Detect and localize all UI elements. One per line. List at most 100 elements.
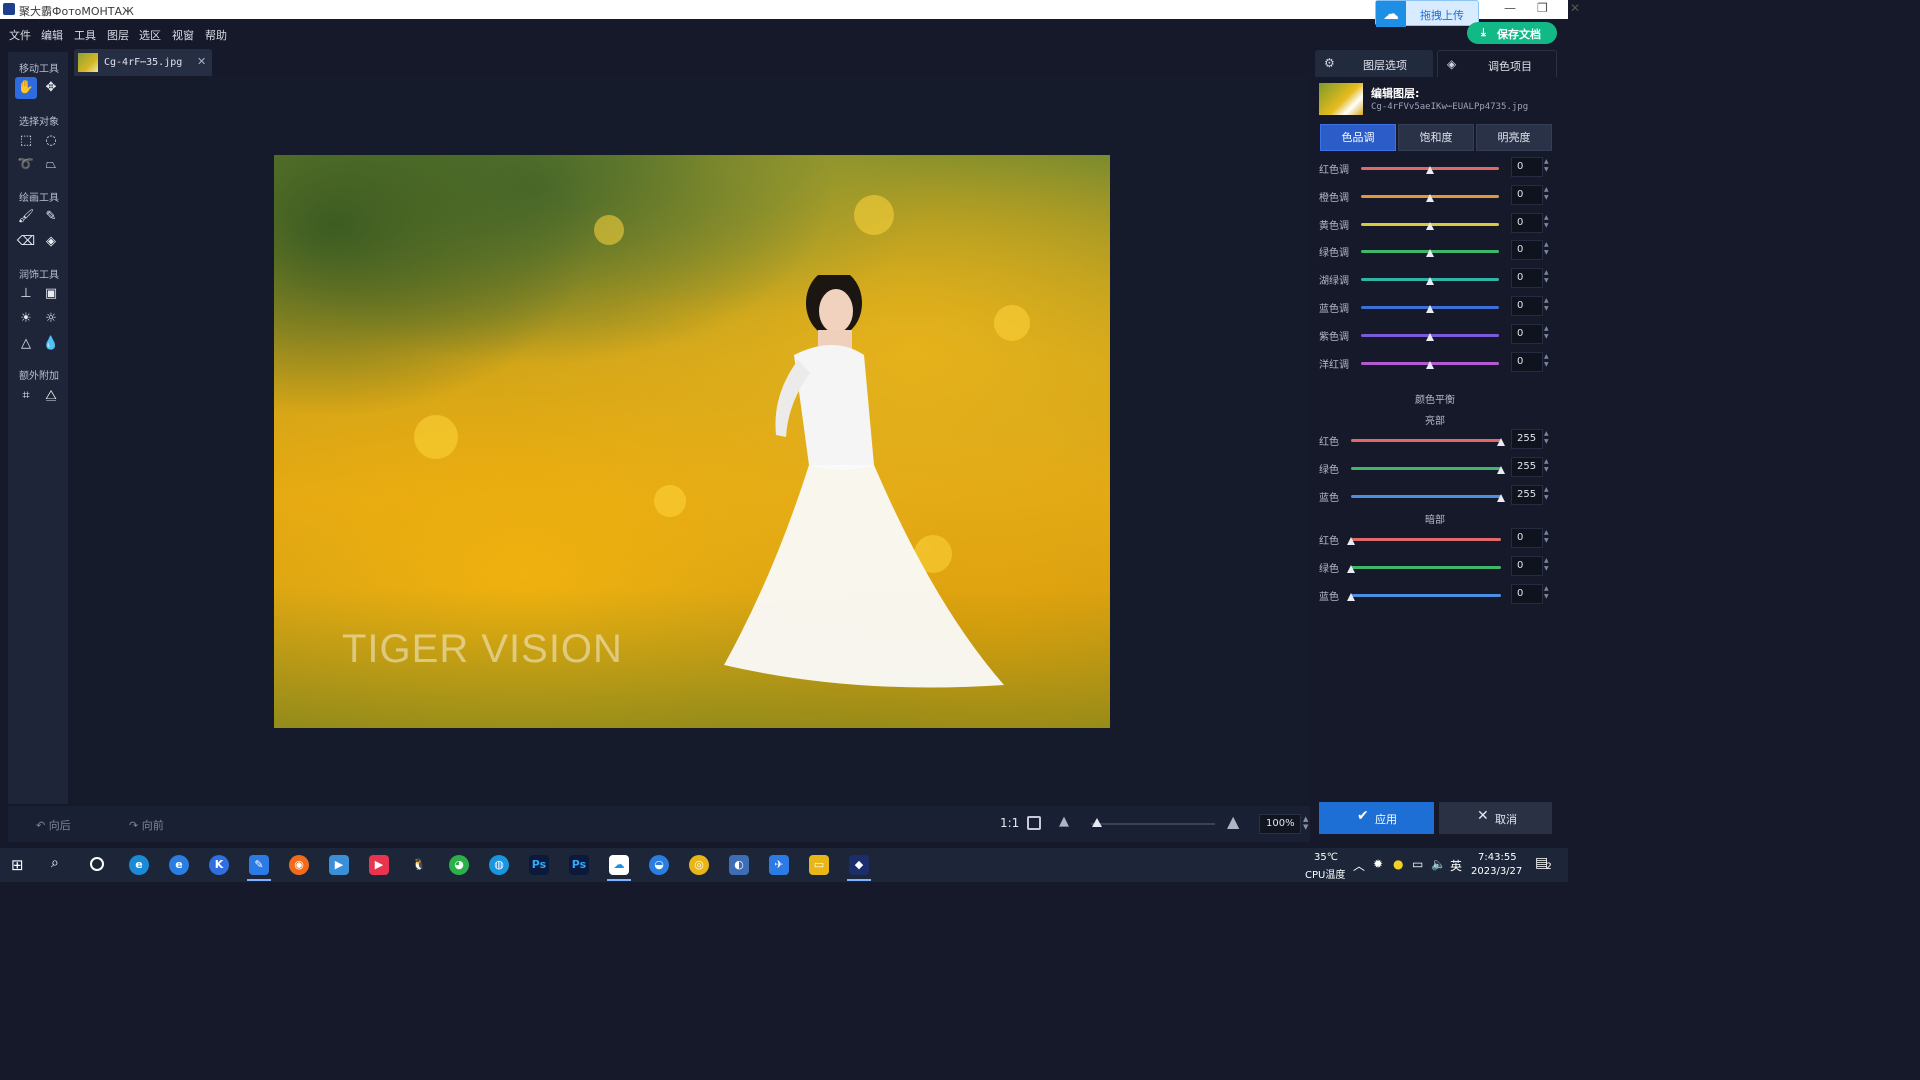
stamp-tool[interactable]: ⊥ [15, 283, 37, 305]
tool-app-icon[interactable]: ◐ [729, 855, 749, 875]
kugou-icon[interactable]: K [209, 855, 229, 875]
search-icon[interactable]: ⌕ [51, 855, 59, 871]
zoom-out-icon[interactable]: ▲ [1059, 814, 1069, 829]
ie-icon[interactable]: e [169, 855, 189, 875]
slider-value-input[interactable]: 0 [1511, 528, 1543, 548]
slider-value-input[interactable]: 0 [1511, 184, 1543, 205]
cortana-icon[interactable] [90, 857, 104, 871]
swirl-app-icon[interactable]: ◒ [649, 855, 669, 875]
minimize-icon[interactable]: — [1504, 1, 1516, 15]
slider-handle[interactable] [1347, 564, 1355, 573]
edge-icon[interactable]: e [129, 855, 149, 875]
slider-value-input[interactable]: 255 [1511, 429, 1543, 449]
slider-handle[interactable] [1426, 166, 1434, 174]
slider-value-input[interactable]: 0 [1511, 268, 1543, 289]
windows-start-icon[interactable]: ⊞ [11, 856, 24, 874]
slider-handle[interactable] [1426, 305, 1434, 313]
photoshop-2-icon[interactable]: Ps [569, 855, 589, 875]
photo-editor-taskbar-icon[interactable]: ◆ [849, 855, 869, 875]
slider-track[interactable] [1351, 494, 1501, 498]
video-app-icon[interactable]: ▶ [369, 855, 389, 875]
baidu-netdisk-icon[interactable]: ☁ [609, 855, 629, 875]
close-tab-icon[interactable]: ✕ [197, 55, 206, 68]
slider-value-input[interactable]: 0 [1511, 583, 1543, 604]
blur-tool[interactable]: 💧 [40, 333, 62, 355]
clock-date[interactable]: 2023/3/27 [1471, 866, 1522, 877]
undo-button[interactable]: ↶ 向后 [36, 817, 71, 833]
slider-value-input[interactable]: 255 [1511, 456, 1543, 477]
zoom-spinner-icon[interactable]: ▲ ▼ [1303, 815, 1308, 831]
slider-handle[interactable] [1426, 249, 1434, 258]
browser-icon[interactable]: ◍ [489, 855, 509, 875]
hand-tool[interactable]: ✋ [15, 77, 37, 99]
brighten-tool[interactable]: ☀ [15, 308, 37, 330]
patch-tool[interactable]: ▣ [40, 283, 62, 305]
restore-icon[interactable]: ❐ [1537, 1, 1548, 15]
pencil-tool[interactable]: ✎ [40, 206, 62, 228]
document-tab[interactable]: Cg-4rF⋯35.jpg ✕ [74, 49, 212, 76]
spinner-icon[interactable]: ▲ ▼ [1544, 529, 1549, 545]
darken-tool[interactable]: ☼ [40, 308, 62, 330]
notepad-icon[interactable]: ✎ [249, 855, 269, 875]
menu-window[interactable]: 视窗 [172, 27, 194, 43]
eraser-tool[interactable]: ⌫ [15, 231, 37, 253]
spinner-icon[interactable]: ▲ ▼ [1544, 430, 1549, 446]
spinner-icon[interactable]: ▲ ▼ [1544, 585, 1549, 601]
spinner-icon[interactable]: ▲ ▼ [1544, 557, 1549, 573]
ellipse-select-tool[interactable]: ◌ [40, 130, 62, 152]
slider-handle[interactable] [1497, 465, 1505, 474]
slider-track[interactable] [1351, 593, 1501, 597]
sharpen-tool[interactable]: △ [15, 333, 37, 355]
subtab-hue[interactable]: 色品调 [1320, 124, 1396, 151]
photo-canvas[interactable]: TIGER VISION [274, 155, 1110, 728]
slider-value-input[interactable]: 0 [1511, 157, 1543, 177]
spinner-icon[interactable]: ▲ ▼ [1544, 186, 1549, 202]
menu-layer[interactable]: 图层 [107, 27, 129, 43]
wechat-icon[interactable]: ◕ [449, 855, 469, 875]
player-icon[interactable]: ▶ [329, 855, 349, 875]
slider-handle[interactable] [1426, 221, 1434, 230]
zoom-slider[interactable] [1091, 823, 1215, 825]
slider-track[interactable] [1351, 466, 1501, 470]
tab-layer-options[interactable]: ⚙ 图层选项 [1315, 50, 1433, 77]
slider-value-input[interactable]: 0 [1511, 351, 1543, 372]
spinner-icon[interactable]: ▲ ▼ [1544, 486, 1549, 502]
subtab-saturation[interactable]: 饱和度 [1398, 124, 1474, 151]
slider-handle[interactable] [1497, 493, 1505, 502]
slider-value-input[interactable]: 0 [1511, 212, 1543, 233]
tray-expand-icon[interactable]: ︿ [1353, 857, 1365, 874]
slider-handle[interactable] [1347, 592, 1355, 601]
network-icon[interactable]: ▭ [1412, 857, 1423, 871]
slider-track[interactable] [1351, 439, 1501, 442]
spinner-icon[interactable]: ▲ ▼ [1544, 353, 1549, 369]
fill-tool[interactable]: ◈ [40, 231, 62, 253]
clock-time[interactable]: 7:43:55 [1478, 852, 1517, 863]
menu-file[interactable]: 文件 [9, 27, 31, 43]
actual-size-button[interactable]: 1:1 [1000, 816, 1019, 830]
chrome-icon[interactable]: ◎ [689, 855, 709, 875]
menu-selection[interactable]: 选区 [139, 27, 161, 43]
file-explorer-icon[interactable]: ▭ [809, 855, 829, 875]
spinner-icon[interactable]: ▲ ▼ [1544, 458, 1549, 474]
redo-button[interactable]: ↷ 向前 [129, 817, 164, 833]
menu-edit[interactable]: 编辑 [41, 27, 63, 43]
spinner-icon[interactable]: ▲ ▼ [1544, 241, 1549, 257]
slider-value-input[interactable]: 255 [1511, 484, 1543, 505]
zoom-slider-handle[interactable] [1092, 818, 1103, 827]
slider-value-input[interactable]: 0 [1511, 323, 1543, 344]
polygon-lasso-tool[interactable]: ⏢ [40, 154, 62, 176]
slider-handle[interactable] [1426, 193, 1434, 202]
slider-value-input[interactable]: 0 [1511, 555, 1543, 576]
spinner-icon[interactable]: ▲ ▼ [1544, 325, 1549, 341]
crop-tool[interactable]: ⌗ [15, 385, 37, 407]
menu-tools[interactable]: 工具 [74, 27, 96, 43]
fit-screen-icon[interactable] [1027, 816, 1041, 830]
tray-warning-icon[interactable]: ● [1393, 857, 1403, 871]
menu-help[interactable]: 帮助 [205, 27, 227, 43]
slider-handle[interactable] [1426, 277, 1434, 286]
input-method-indicator[interactable]: 英 [1450, 857, 1462, 874]
rect-select-tool[interactable]: ⬚ [15, 130, 37, 152]
feishu-icon[interactable]: ✈ [769, 855, 789, 875]
slider-handle[interactable] [1426, 360, 1434, 369]
slider-handle[interactable] [1347, 537, 1355, 545]
